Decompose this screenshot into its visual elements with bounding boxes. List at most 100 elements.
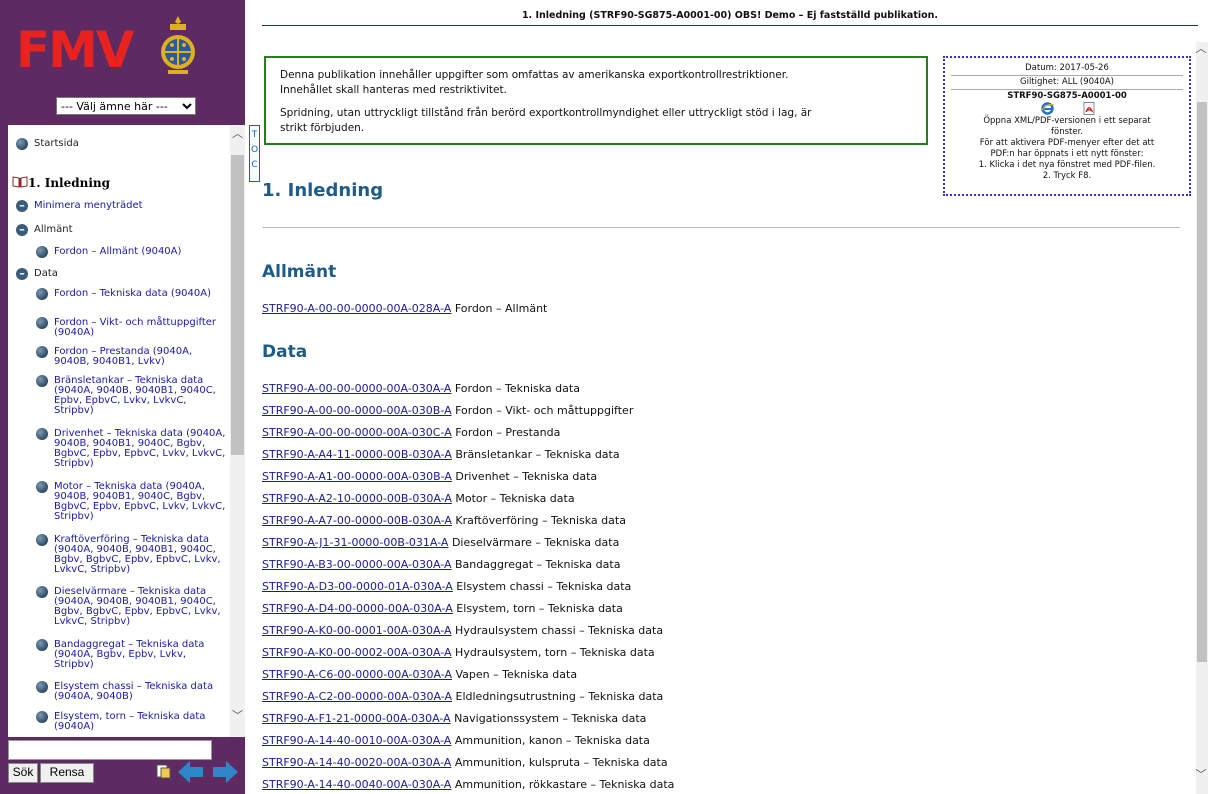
crest-icon <box>161 16 195 74</box>
ie-icon[interactable] <box>1041 102 1054 115</box>
document-link[interactable]: STRF90-A-A4-11-0000-00B-030A-A <box>262 448 452 461</box>
info-box: Datum: 2017-05-26 Giltighet: ALL (9040A)… <box>943 56 1191 196</box>
document-link[interactable]: STRF90-A-K0-00-0002-00A-030A-A <box>262 646 452 659</box>
document-link[interactable]: STRF90-A-K0-00-0001-00A-030A-A <box>262 624 452 637</box>
bullet-icon <box>36 375 48 387</box>
bullet-icon <box>36 346 48 358</box>
info-validity: Giltighet: ALL (9040A) <box>1020 77 1114 87</box>
collapse-icon[interactable]: – <box>16 224 28 236</box>
info-doc-id: STRF90-SG875-A0001-00 <box>1007 91 1127 101</box>
nav-tree-list: Startsida 1. Inledning – Minimera menyträde… <box>8 125 230 737</box>
document-link[interactable]: STRF90-A-C2-00-0000-00A-030A-A <box>262 690 452 703</box>
document-title: Ammunition, kulspruta – Tekniska data <box>451 756 668 769</box>
sidebar-item-6[interactable]: Data <box>34 269 226 279</box>
document-link[interactable]: STRF90-A-00-00-0000-00A-030A-A <box>262 382 451 395</box>
collapse-icon[interactable]: – <box>16 200 28 212</box>
toc-letter: C <box>251 160 258 170</box>
document-title: Ammunition, kanon – Tekniska data <box>451 734 650 747</box>
document-title: Ammunition, rökkastare – Tekniska data <box>451 778 675 791</box>
info-pdf-text: För att aktivera PDF-menyer efter det at… <box>979 138 1155 148</box>
sidebar-item-10[interactable]: Bränsletankar – Tekniska data (9040A, 90… <box>54 376 226 416</box>
document-title: Elsystem, torn – Tekniska data <box>452 602 623 615</box>
logo-area: FMV --- Välj ämne här --- <box>8 8 245 125</box>
sidebar-item-11[interactable]: Drivenhet – Tekniska data (9040A, 9040B,… <box>54 429 226 469</box>
sidebar-item-1[interactable]: Startsida <box>34 139 226 149</box>
document-row: STRF90-A-14-40-0020-00A-030A-A Ammunitio… <box>262 756 668 769</box>
main-scrollbar[interactable]: ︿ ﹀ <box>1196 42 1208 794</box>
search-input[interactable] <box>8 740 212 760</box>
notice-text: Denna publikation innehåller uppgifter s… <box>280 69 789 81</box>
document-row: STRF90-A-F1-21-0000-00A-030A-A Navigatio… <box>262 712 646 725</box>
sidebar-item-16[interactable]: Elsystem chassi – Tekniska data (9040A, … <box>54 682 226 702</box>
sidebar-item-9[interactable]: Fordon – Prestanda (9040A, 9040B, 9040B1… <box>54 347 226 367</box>
bullet-icon <box>36 639 48 651</box>
sidebar-item-5[interactable]: Fordon – Allmänt (9040A) <box>54 247 226 257</box>
title-divider <box>262 227 1180 228</box>
collapse-icon[interactable]: – <box>16 268 28 280</box>
info-open-text: Öppna XML/PDF-versionen i ett separat <box>983 116 1151 126</box>
document-row: STRF90-A-D3-00-0000-01A-030A-A Elsystem … <box>262 580 631 593</box>
document-title: Eldledningsutrustning – Tekniska data <box>452 690 664 703</box>
subject-select[interactable]: --- Välj ämne här --- <box>56 97 196 115</box>
sidebar-item-4[interactable]: Allmänt <box>34 225 226 235</box>
back-arrow-icon[interactable] <box>178 761 204 783</box>
document-link[interactable]: STRF90-A-00-00-0000-00A-030C-A <box>262 426 452 439</box>
document-row: STRF90-A-A2-10-0000-00B-030A-A Motor – T… <box>262 492 575 505</box>
document-link[interactable]: STRF90-A-F1-21-0000-00A-030A-A <box>262 712 451 725</box>
clear-button[interactable]: Rensa <box>40 763 94 783</box>
bullet-icon <box>36 317 48 329</box>
document-title: Drivenhet – Tekniska data <box>451 470 598 483</box>
document-row: STRF90-A-14-40-0040-00A-030A-A Ammunitio… <box>262 778 674 791</box>
sidebar-item-15[interactable]: Bandaggregat – Tekniska data (9040A, Bgb… <box>54 640 226 670</box>
document-link[interactable]: STRF90-A-D4-00-0000-00A-030A-A <box>262 602 453 615</box>
section-heading: Allmänt <box>262 262 337 282</box>
bookmark-icon[interactable] <box>155 763 171 779</box>
bullet-icon <box>36 681 48 693</box>
info-step: 2. Tryck F8. <box>1042 171 1092 181</box>
document-title: Fordon – Tekniska data <box>451 382 580 395</box>
sidebar-item-3[interactable]: Minimera menyträdet <box>34 201 226 211</box>
document-link[interactable]: STRF90-A-00-00-0000-00A-028A-A <box>262 302 451 315</box>
sidebar-item-12[interactable]: Motor – Tekniska data (9040A, 9040B, 904… <box>54 482 226 522</box>
document-link[interactable]: STRF90-A-00-00-0000-00A-030B-A <box>262 404 452 417</box>
search-button[interactable]: Sök <box>8 763 38 783</box>
document-link[interactable]: STRF90-A-14-40-0040-00A-030A-A <box>262 778 451 791</box>
sidebar-item-7[interactable]: Fordon – Tekniska data (9040A) <box>54 289 226 299</box>
document-row: STRF90-A-00-00-0000-00A-030A-A Fordon – … <box>262 382 580 395</box>
document-row: STRF90-A-00-00-0000-00A-030B-A Fordon – … <box>262 404 633 417</box>
document-row: STRF90-A-B3-00-0000-00A-030A-A Bandaggre… <box>262 558 620 571</box>
export-notice: Denna publikation innehåller uppgifter s… <box>264 56 928 145</box>
nav-scrollbar-thumb[interactable] <box>231 155 244 455</box>
forward-arrow-icon[interactable] <box>212 761 238 783</box>
sidebar-item-8[interactable]: Fordon – Vikt- och måttuppgifter (9040A) <box>54 318 226 338</box>
document-row: STRF90-A-K0-00-0002-00A-030A-A Hydraulsy… <box>262 646 655 659</box>
document-row: STRF90-A-A7-00-0000-00B-030A-A Kraftöver… <box>262 514 626 527</box>
toc-letter: T <box>251 130 258 140</box>
pdf-icon[interactable] <box>1083 102 1095 115</box>
document-link[interactable]: STRF90-A-A2-10-0000-00B-030A-A <box>262 492 452 505</box>
document-link[interactable]: STRF90-A-14-40-0020-00A-030A-A <box>262 756 451 769</box>
sidebar-item-2[interactable]: 1. Inledning <box>28 177 224 189</box>
bullet-icon <box>36 534 48 546</box>
sidebar-item-14[interactable]: Dieselvärmare – Tekniska data (9040A, 90… <box>54 587 226 627</box>
scroll-up-icon[interactable]: ︿ <box>1195 42 1207 56</box>
nav-scrollbar[interactable]: ︿ ﹀ <box>230 125 245 737</box>
sidebar-item-17[interactable]: Elsystem, torn – Tekniska data (9040A) <box>54 712 226 732</box>
scroll-down-icon[interactable]: ﹀ <box>230 709 245 723</box>
scroll-down-icon[interactable]: ﹀ <box>1195 768 1207 782</box>
document-link[interactable]: STRF90-A-J1-31-0000-00B-031A-A <box>262 536 448 549</box>
toc-tab[interactable]: TOC <box>249 125 260 182</box>
document-link[interactable]: STRF90-A-A7-00-0000-00B-030A-A <box>262 514 452 527</box>
sidebar-item-13[interactable]: Kraftöverföring – Tekniska data (9040A, … <box>54 535 226 575</box>
main-scrollbar-thumb[interactable] <box>1197 102 1207 662</box>
document-link[interactable]: STRF90-A-A1-00-0000-00A-030B-A <box>262 470 452 483</box>
document-link[interactable]: STRF90-A-B3-00-0000-00A-030A-A <box>262 558 451 571</box>
document-title: Dieselvärmare – Tekniska data <box>448 536 620 549</box>
document-link[interactable]: STRF90-A-14-40-0010-00A-030A-A <box>262 734 451 747</box>
document-title: Hydraulsystem, torn – Tekniska data <box>451 646 655 659</box>
scroll-up-icon[interactable]: ︿ <box>230 127 245 141</box>
document-title: Fordon – Vikt- och måttuppgifter <box>451 404 634 417</box>
document-link[interactable]: STRF90-A-D3-00-0000-01A-030A-A <box>262 580 453 593</box>
search-area: Sök Rensa <box>0 737 245 794</box>
document-link[interactable]: STRF90-A-C6-00-0000-00A-030A-A <box>262 668 452 681</box>
